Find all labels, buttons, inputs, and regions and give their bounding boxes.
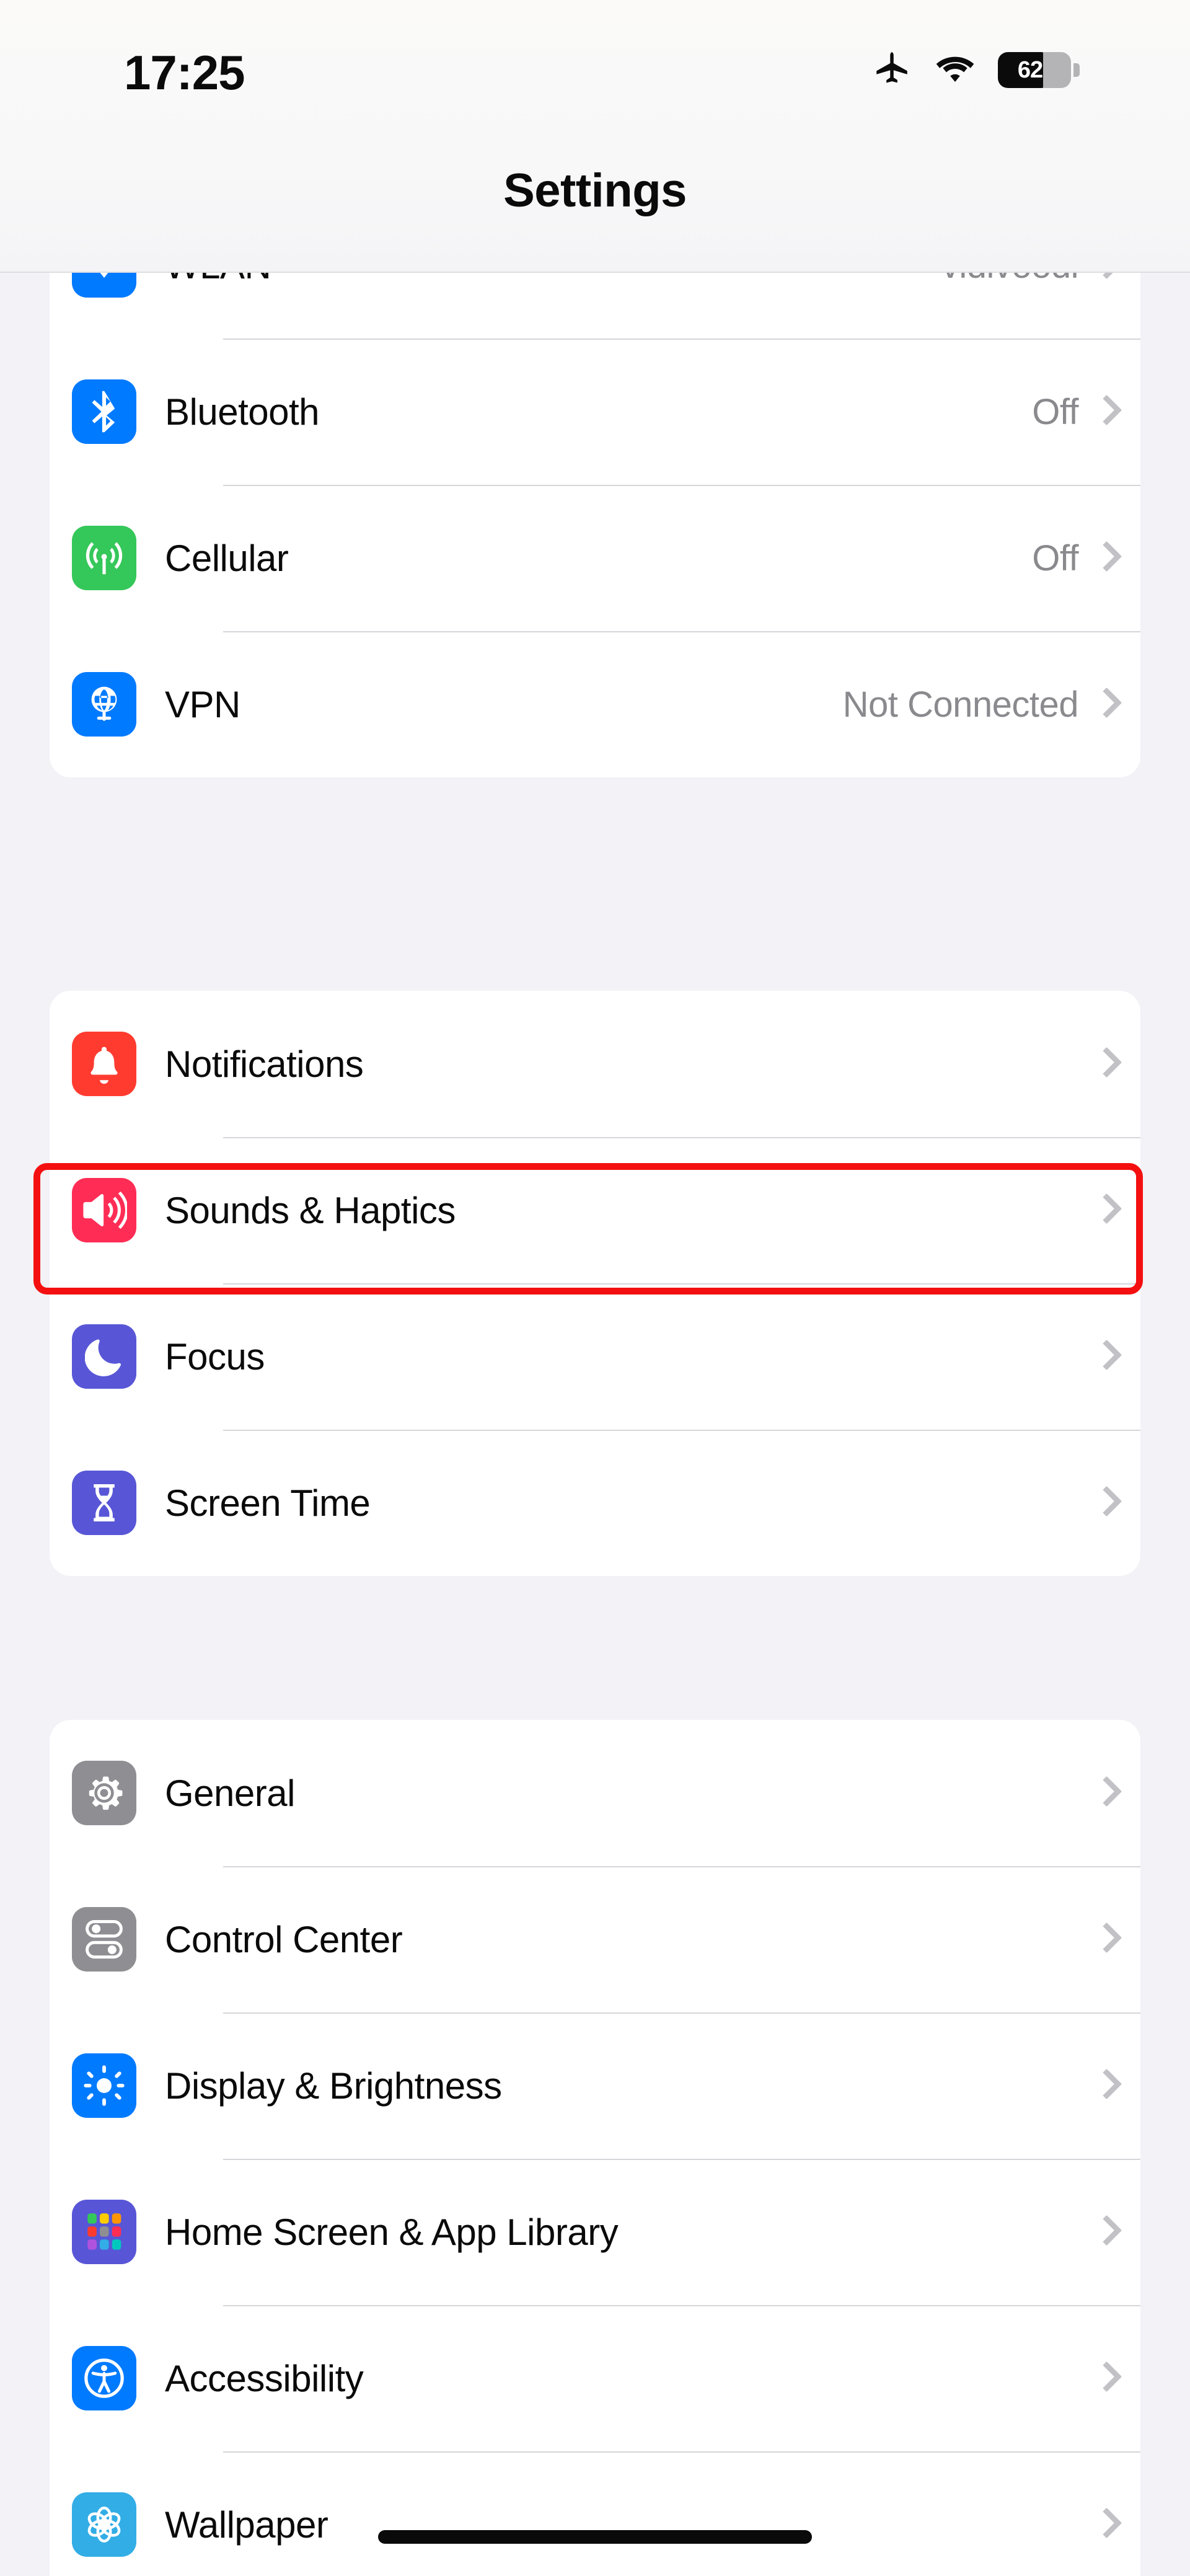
moon-icon [72,1324,136,1389]
settings-row-value: Off [1032,538,1078,578]
settings-row-screen-time[interactable]: Screen Time [50,1430,1140,1576]
settings-row-label: Accessibility [165,2357,364,2399]
status-bar: 17:25 62 [0,0,1190,143]
accessibility-icon [72,2346,136,2410]
settings-row-display-brightness[interactable]: Display & Brightness [50,2012,1140,2159]
settings-row-label: General [165,1772,295,1814]
chevron-right-icon [1095,395,1113,428]
settings-row-value: Not Connected [842,684,1079,725]
settings-row-notifications[interactable]: Notifications [50,991,1140,1137]
sliders-icon [72,1907,136,1972]
settings-group-system: General Control Center Display & Brightnes… [50,1720,1140,2576]
settings-screen: WLANvidivoodiBluetoothOffCellularOffVPNN… [0,0,1190,2576]
settings-row-home-screen-app-library[interactable]: Home Screen & App Library [50,2159,1140,2305]
status-bar-clock: 17:25 [124,45,245,100]
chevron-right-icon [1095,2361,1113,2395]
chevron-right-icon [1095,1486,1113,1520]
settings-row-sounds-haptics[interactable]: Sounds & Haptics [50,1137,1140,1283]
airplane-mode-icon [871,50,912,91]
settings-row-label: Control Center [165,1918,403,1960]
settings-row-bluetooth[interactable]: Bluetooth Off [50,339,1140,485]
settings-group-alerts: Notifications Sounds & Haptics Focus Screen… [50,991,1140,1576]
settings-row-focus[interactable]: Focus [50,1283,1140,1430]
wifi-icon [933,54,977,86]
vpn-globe-icon [72,672,136,737]
settings-row-wallpaper[interactable]: Wallpaper [50,2451,1140,2576]
settings-row-general[interactable]: General [50,1720,1140,1866]
battery-percent-label: 62 [1017,56,1043,83]
settings-row-value: Off [1032,391,1078,432]
chevron-right-icon [1095,1340,1113,1373]
settings-row-label: Notifications [165,1043,364,1085]
battery-nub [1073,63,1080,77]
settings-row-label: Wallpaper [165,2503,328,2546]
chevron-right-icon [1095,1047,1113,1081]
chevron-right-icon [1095,2069,1113,2102]
flower-icon [72,2492,136,2557]
settings-row-cellular[interactable]: Cellular Off [50,485,1140,631]
settings-row-label: Home Screen & App Library [165,2211,619,2253]
chevron-right-icon [1095,2215,1113,2249]
settings-row-label: Display & Brightness [165,2065,502,2107]
settings-group-connectivity: WLANvidivoodiBluetoothOffCellularOffVPNN… [50,192,1140,777]
settings-row-label: Screen Time [165,1482,371,1524]
chevron-right-icon [1095,1923,1113,1956]
home-indicator[interactable] [378,2530,812,2544]
sun-icon [72,2053,136,2118]
battery-shell: 62 [998,52,1071,88]
chevron-right-icon [1095,541,1113,575]
gear-icon [72,1761,136,1825]
speaker-icon [72,1178,136,1242]
chevron-right-icon [1095,1776,1113,1810]
settings-row-label: Bluetooth [165,391,320,433]
chevron-right-icon [1095,688,1113,721]
settings-row-label: VPN [165,683,240,725]
navigation-header: 17:25 62 Settings [0,0,1190,273]
page-title: Settings [503,164,687,217]
bell-icon [72,1032,136,1096]
status-bar-icons: 62 [871,50,1080,91]
app-grid-icon [72,2200,136,2264]
settings-row-label: Cellular [165,537,289,579]
settings-row-control-center[interactable]: Control Center [50,1866,1140,2012]
chevron-right-icon [1095,2508,1113,2541]
settings-row-vpn[interactable]: VPN Not Connected [50,631,1140,777]
cellular-icon [72,526,136,590]
bluetooth-icon [72,379,136,444]
battery-icon: 62 [998,52,1080,88]
settings-row-label: Focus [165,1335,265,1378]
settings-row-accessibility[interactable]: Accessibility [50,2305,1140,2451]
chevron-right-icon [1095,1193,1113,1227]
settings-row-label: Sounds & Haptics [165,1189,456,1231]
hourglass-icon [72,1471,136,1535]
